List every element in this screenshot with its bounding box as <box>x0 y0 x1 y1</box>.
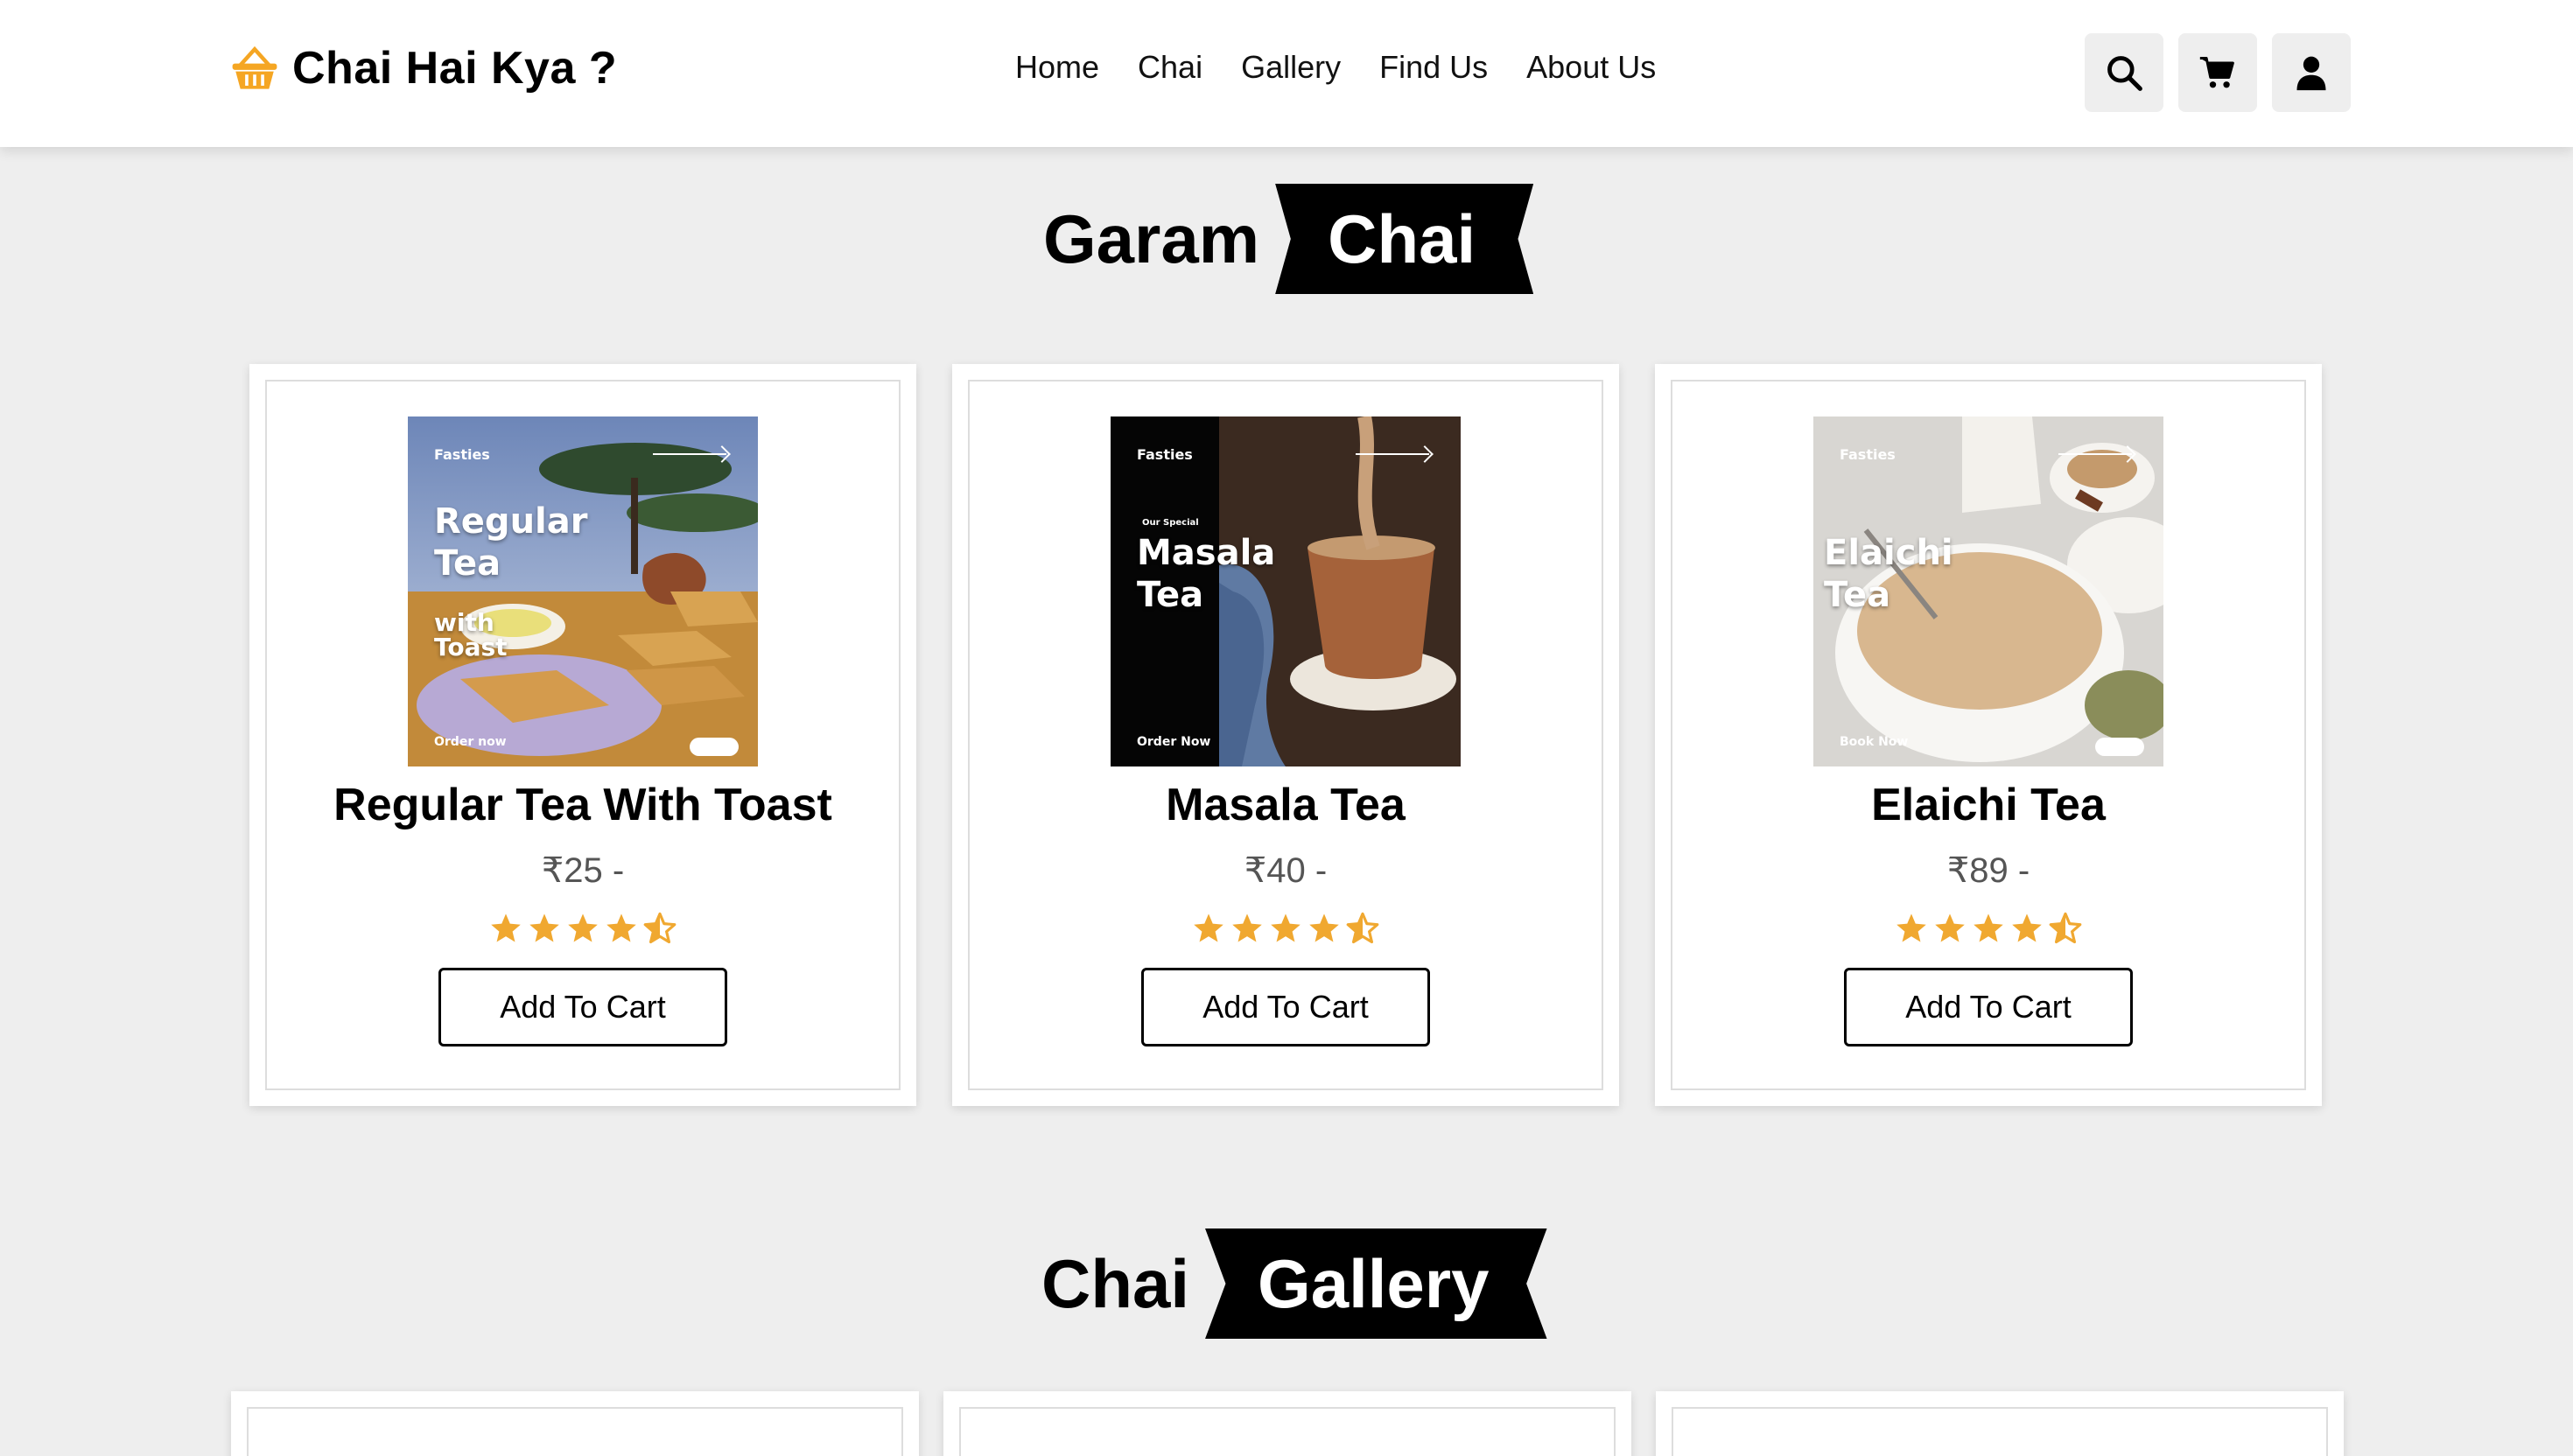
arrow-icon <box>2058 453 2132 455</box>
nav-find-us[interactable]: Find Us <box>1379 49 1488 86</box>
cart-icon <box>2199 57 2234 88</box>
product-card: Fasties Our Special Masala Tea Order Now… <box>952 364 1619 1106</box>
image-title: Masala Tea <box>1137 533 1276 615</box>
heading-ribbon: Chai <box>1275 184 1534 294</box>
add-to-cart-button[interactable]: Add To Cart <box>438 968 727 1046</box>
image-title: Regular Tea <box>434 501 588 584</box>
arrow-icon <box>1356 453 1429 455</box>
gallery-card[interactable] <box>231 1391 919 1456</box>
star-icon <box>529 914 559 942</box>
gallery-card[interactable] <box>943 1391 1631 1456</box>
star-half-icon <box>643 912 677 944</box>
site-header: Chai Hai Kya ? Home Chai Gallery Find Us… <box>0 0 2573 147</box>
star-half-icon <box>1346 912 1379 944</box>
add-to-cart-button[interactable]: Add To Cart <box>1141 968 1430 1046</box>
site-logo[interactable]: Chai Hai Kya ? <box>229 42 617 94</box>
header-icons <box>2085 33 2351 112</box>
nav-about-us[interactable]: About Us <box>1526 49 1656 86</box>
star-half-icon <box>2049 912 2082 944</box>
add-to-cart-button[interactable]: Add To Cart <box>1844 968 2133 1046</box>
arrow-icon <box>653 453 726 455</box>
rating-stars <box>1895 912 2082 945</box>
star-icon <box>2012 914 2042 942</box>
nav-gallery[interactable]: Gallery <box>1241 49 1341 86</box>
star-icon <box>1935 914 1965 942</box>
star-icon <box>1309 914 1339 942</box>
search-button[interactable] <box>2085 33 2163 112</box>
image-brand: Fasties <box>1840 446 1896 463</box>
star-icon <box>1896 914 1926 942</box>
product-price: ₹25 - <box>541 851 625 890</box>
image-cta: Order Now <box>1137 735 1211 749</box>
image-title: Elaichi Tea <box>1824 533 1953 615</box>
image-subtitle: with Toast <box>434 608 508 662</box>
nav-home[interactable]: Home <box>1015 49 1099 86</box>
search-icon <box>2107 56 2142 91</box>
heading-word: Chai <box>1041 1244 1190 1322</box>
product-name: Elaichi Tea <box>1871 780 2106 830</box>
nav-chai[interactable]: Chai <box>1138 49 1202 86</box>
user-button[interactable] <box>2272 33 2351 112</box>
image-cta: Order now <box>434 735 507 749</box>
section-heading-chai-gallery: Chai Gallery <box>1041 1227 1547 1340</box>
star-icon <box>606 914 636 942</box>
star-icon <box>568 914 598 942</box>
image-special: Our Special <box>1142 518 1199 528</box>
star-icon <box>1232 914 1262 942</box>
product-price: ₹40 - <box>1244 851 1328 890</box>
product-name: Masala Tea <box>1166 780 1406 830</box>
rating-stars <box>489 912 677 945</box>
basket-icon <box>229 43 280 94</box>
image-swipe: swipe <box>2095 738 2144 756</box>
product-name: Regular Tea With Toast <box>333 780 832 830</box>
star-icon <box>1194 914 1223 942</box>
star-icon <box>491 914 521 942</box>
product-image: Fasties Our Special Masala Tea Order Now <box>1111 416 1461 766</box>
product-price: ₹89 - <box>1946 851 2030 890</box>
image-brand: Fasties <box>434 446 490 463</box>
image-swipe: swipe <box>690 738 739 756</box>
section-heading-garam-chai: Garam Chai <box>1043 182 1534 296</box>
product-card: Fasties Elaichi Tea Book Now swipe Elaic… <box>1655 364 2322 1106</box>
logo-text: Chai Hai Kya ? <box>292 43 618 94</box>
image-brand: Fasties <box>1137 446 1193 463</box>
user-icon <box>2296 56 2326 91</box>
cart-button[interactable] <box>2178 33 2257 112</box>
star-icon <box>1974 914 2003 942</box>
product-image: Fasties Regular Tea with Toast Order now… <box>408 416 758 766</box>
main-nav: Home Chai Gallery Find Us About Us <box>1015 49 1656 86</box>
product-card: Fasties Regular Tea with Toast Order now… <box>249 364 916 1106</box>
heading-word: Garam <box>1043 200 1260 277</box>
star-icon <box>1271 914 1301 942</box>
rating-stars <box>1192 912 1379 945</box>
image-cta: Book Now <box>1840 735 1909 749</box>
heading-ribbon: Gallery <box>1205 1228 1547 1339</box>
gallery-card[interactable] <box>1656 1391 2344 1456</box>
product-image: Fasties Elaichi Tea Book Now swipe <box>1813 416 2163 766</box>
